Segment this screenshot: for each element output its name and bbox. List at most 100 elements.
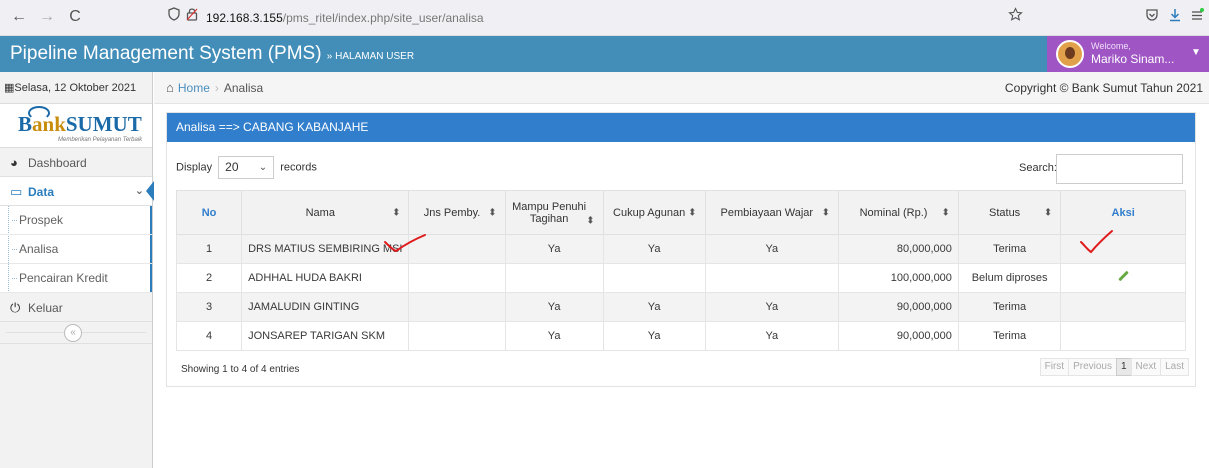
records-per-page-select[interactable]: 20 ⌄ xyxy=(218,156,275,179)
sort-icon: ⬍ xyxy=(688,207,697,218)
cell-jns xyxy=(408,292,506,322)
cell-mampu xyxy=(504,263,604,293)
calendar-icon: ▦ xyxy=(4,82,15,94)
back-arrow-icon[interactable]: ← xyxy=(10,8,28,26)
home-icon: ⌂ xyxy=(166,80,174,95)
shield-icon[interactable] xyxy=(168,7,180,24)
url-bar[interactable]: 192.168.3.155/pms_ritel/index.php/site_u… xyxy=(206,5,1046,31)
cell-nama: JAMALUDIN GINTING xyxy=(241,292,410,322)
cell-aksi xyxy=(1060,292,1186,322)
cell-cukup: Ya xyxy=(602,292,706,322)
page-last-button[interactable]: Last xyxy=(1160,358,1189,376)
edit-pencil-icon[interactable] xyxy=(1116,270,1130,284)
download-icon[interactable] xyxy=(1168,8,1182,25)
sidebar-item-pencairan-kredit[interactable]: Pencairan Kredit xyxy=(0,264,152,293)
pagination: First Previous 1 Next Last xyxy=(1039,358,1189,376)
sort-icon: ⬍ xyxy=(392,207,401,218)
cell-no: 1 xyxy=(175,234,243,264)
copyright-text: Copyright © Bank Sumut Tahun 2021 xyxy=(1004,81,1203,95)
cell-no: 2 xyxy=(175,263,243,293)
pocket-icon[interactable] xyxy=(1145,8,1159,25)
col-cukup-agunan[interactable]: Cukup Agunan ⬍ xyxy=(602,190,706,235)
col-status[interactable]: Status ⬍ xyxy=(957,190,1062,235)
table-row: 3 JAMALUDIN GINTING Ya Ya Ya 90,000,000 … xyxy=(175,292,1186,322)
cell-wajar xyxy=(704,263,840,293)
cell-no: 3 xyxy=(175,292,243,322)
analisa-panel: Analisa ==> CABANG KABANJAHE Display 20 ⌄… xyxy=(166,112,1196,387)
menu-icon[interactable] xyxy=(1190,8,1204,25)
cell-mampu: Ya xyxy=(504,321,604,351)
sidebar-item-dashboard[interactable]: ◕ Dashboard xyxy=(0,148,152,177)
sidebar-item-prospek[interactable]: Prospek xyxy=(0,206,152,235)
cell-nama: ADHHAL HUDA BAKRI xyxy=(241,263,410,293)
sort-icon: ⬍ xyxy=(941,207,950,218)
avatar xyxy=(1056,40,1084,68)
cell-status: Terima xyxy=(957,234,1062,264)
cell-aksi xyxy=(1060,263,1186,293)
page-previous-button[interactable]: Previous xyxy=(1068,358,1117,376)
app-header: Pipeline Management System (PMS) » HALAM… xyxy=(0,36,1209,72)
sidebar-collapse: « xyxy=(0,322,152,344)
sidebar-item-analisa[interactable]: Analisa xyxy=(0,235,152,264)
sort-icon: ⬍ xyxy=(1043,207,1053,218)
user-name: Mariko Sinam... xyxy=(1091,52,1175,66)
cell-jns xyxy=(408,263,506,293)
table-toolbar: Display 20 ⌄ records Search: xyxy=(167,142,1195,188)
table-row: 4 JONSAREP TARIGAN SKM Ya Ya Ya 90,000,0… xyxy=(175,321,1186,351)
app-title-text: Pipeline Management System (PMS) xyxy=(10,43,322,64)
url-path: /pms_ritel/index.php/site_user/analisa xyxy=(282,11,484,25)
welcome-label: Welcome, xyxy=(1091,41,1131,51)
cell-nominal: 100,000,000 xyxy=(838,263,959,293)
active-indicator xyxy=(146,181,154,201)
breadcrumb-home[interactable]: Home xyxy=(178,81,210,95)
cell-mampu: Ya xyxy=(504,234,604,264)
col-nominal[interactable]: Nominal (Rp.) ⬍ xyxy=(838,190,959,235)
breadcrumb-current: Analisa xyxy=(223,81,264,95)
cell-cukup: Ya xyxy=(602,321,706,351)
url-host: 192.168.3.155 xyxy=(206,11,283,25)
page-first-button[interactable]: First xyxy=(1039,358,1070,376)
red-check-annotation-icon xyxy=(384,234,426,253)
table-row: 2 ADHHAL HUDA BAKRI 100,000,000 Belum di… xyxy=(175,263,1186,293)
cell-wajar: Ya xyxy=(704,292,840,322)
cell-cukup: Ya xyxy=(602,234,706,264)
power-icon: ⏻ xyxy=(10,300,21,315)
col-jns-pemby[interactable]: Jns Pemby. ⬍ xyxy=(408,190,506,235)
col-no[interactable]: No xyxy=(175,190,243,235)
reload-icon[interactable]: C xyxy=(66,8,84,26)
chevron-down-icon: ⌄ xyxy=(134,185,144,197)
app-subtitle: » HALAMAN USER xyxy=(326,51,415,62)
col-mampu-penuhi-tagihan[interactable]: Mampu Penuhi Tagihan ⬍ xyxy=(504,190,604,235)
analisa-table: No Nama ⬍ Jns Pemby. ⬍ Mampu Penuhi Tagiha… xyxy=(175,190,1186,351)
collapse-icon[interactable]: « xyxy=(64,324,82,342)
forward-arrow-icon[interactable]: → xyxy=(38,8,56,26)
cell-status: Terima xyxy=(957,292,1062,322)
data-submenu: Prospek Analisa Pencairan Kredit xyxy=(0,206,152,293)
col-pembiayaan-wajar[interactable]: Pembiayaan Wajar ⬍ xyxy=(704,190,840,235)
current-date: ▦Selasa, 12 Oktober 2021 xyxy=(0,72,152,104)
bookmark-star-icon[interactable] xyxy=(1008,7,1023,26)
sort-icon: ⬍ xyxy=(586,215,595,227)
page-next-button[interactable]: Next xyxy=(1130,358,1162,376)
chevron-down-icon: ⌄ xyxy=(258,162,268,173)
cell-jns xyxy=(408,321,506,351)
sort-icon: ⬍ xyxy=(488,207,497,218)
cell-nominal: 90,000,000 xyxy=(838,321,959,351)
cell-no: 4 xyxy=(175,321,243,351)
entries-info: Showing 1 to 4 of 4 entries xyxy=(181,364,300,375)
app-title[interactable]: Pipeline Management System (PMS) » HALAM… xyxy=(10,41,414,70)
bank-logo: BankSUMUT Memberikan Pelayanan Terbaik xyxy=(0,104,152,148)
desktop-icon: ▭ xyxy=(10,184,23,199)
cell-nominal: 90,000,000 xyxy=(838,292,959,322)
search-input[interactable] xyxy=(1056,154,1183,184)
col-nama[interactable]: Nama ⬍ xyxy=(241,190,410,235)
sidebar-item-data[interactable]: ▭ Data ⌄ xyxy=(0,177,154,206)
cell-status: Belum diproses xyxy=(957,263,1062,293)
sidebar-item-keluar[interactable]: ⏻ Keluar xyxy=(0,293,152,322)
page-1-button[interactable]: 1 xyxy=(1115,358,1132,376)
search-label: Search: xyxy=(1019,162,1057,174)
user-menu[interactable]: Welcome, Mariko Sinam... ▼ xyxy=(1047,36,1209,72)
cell-status: Terima xyxy=(957,321,1062,351)
cell-aksi xyxy=(1060,321,1186,351)
lock-icon[interactable] xyxy=(186,7,198,24)
